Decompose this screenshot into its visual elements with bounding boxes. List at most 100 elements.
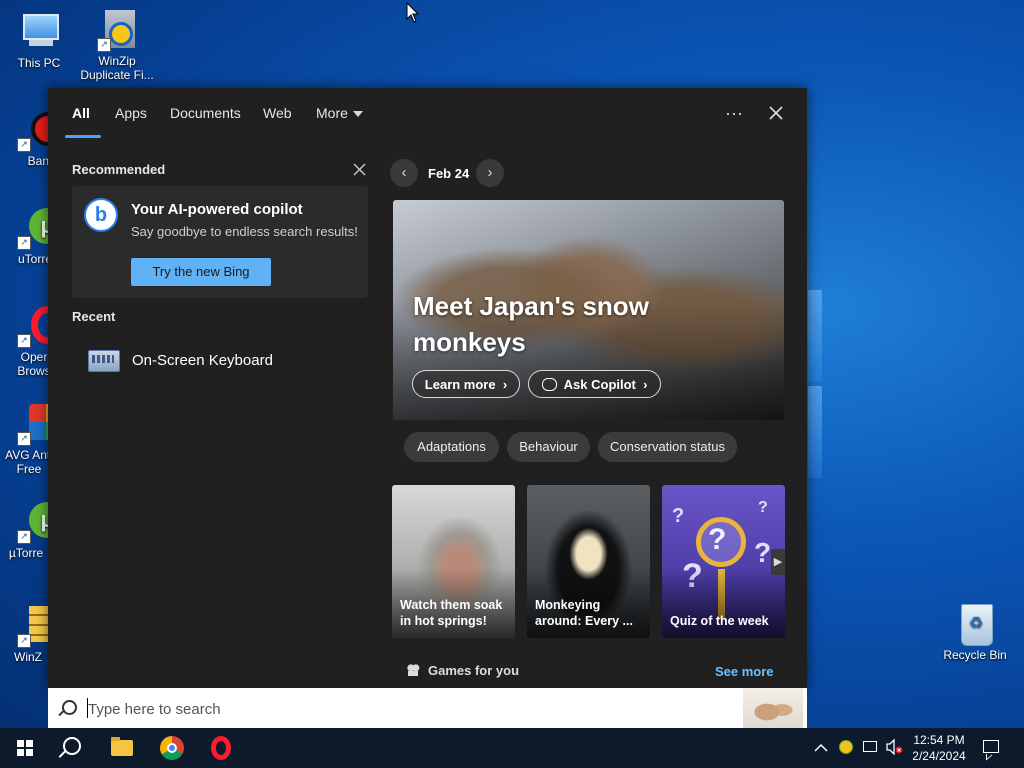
ask-copilot-label: Ask Copilot xyxy=(563,377,636,392)
desktop-icon-label: WinZip Duplicate Fi... xyxy=(80,54,154,82)
desktop-icon-label: Recycle Bin xyxy=(943,648,1007,662)
try-new-bing-button[interactable]: Try the new Bing xyxy=(131,258,271,286)
tab-all[interactable]: All xyxy=(72,105,90,121)
chevron-right-icon: › xyxy=(499,377,508,392)
desktop-icon-label: This PC xyxy=(17,56,61,70)
clock-date: 2/24/2024 xyxy=(912,749,966,763)
search-input[interactable] xyxy=(86,696,690,722)
question-mark-icon: ? xyxy=(672,505,685,527)
chevron-right-icon: › xyxy=(639,377,648,392)
recent-item-on-screen-keyboard[interactable]: On-Screen Keyboard xyxy=(84,346,344,376)
desktop-icon-label: Oper Brows xyxy=(17,350,51,378)
search-bar xyxy=(48,688,807,728)
tile-label: Monkeying around: Every ... xyxy=(535,598,633,628)
recycle-bin-icon: ♻ xyxy=(953,602,997,646)
bing-logo-icon: b xyxy=(84,198,118,232)
taskbar-file-explorer[interactable] xyxy=(98,728,146,768)
highlight-date: Feb 24 xyxy=(428,166,470,181)
learn-more-button[interactable]: Learn more › xyxy=(412,370,520,398)
tab-more-label: More xyxy=(316,105,348,121)
shortcut-arrow-icon: ↗ xyxy=(17,432,31,446)
network-icon[interactable] xyxy=(863,741,877,752)
close-button[interactable] xyxy=(761,100,791,126)
chevron-down-icon xyxy=(352,111,363,118)
chrome-icon xyxy=(160,736,184,760)
question-mark-icon: ? xyxy=(758,499,768,516)
shortcut-arrow-icon: ↗ xyxy=(17,236,31,250)
chip-conservation-status[interactable]: Conservation status xyxy=(598,432,737,462)
keyboard-icon xyxy=(88,350,120,372)
desktop-light-beam xyxy=(808,290,822,382)
hero-card-snow-monkeys[interactable]: Meet Japan's snow monkeys Learn more › A… xyxy=(393,200,784,420)
action-center-icon[interactable] xyxy=(983,740,999,753)
start-icon xyxy=(17,740,33,756)
clock-time: 12:54 PM xyxy=(913,733,965,747)
tile-hot-springs[interactable]: Watch them soak in hot springs! xyxy=(392,485,515,638)
taskbar-chrome[interactable] xyxy=(148,728,196,768)
recommended-title: Recommended xyxy=(72,162,166,177)
games-for-you: Games for you xyxy=(406,663,519,678)
recent-item-label: On-Screen Keyboard xyxy=(132,352,273,369)
copilot-card: b Your AI-powered copilot Say goodbye to… xyxy=(72,186,368,298)
games-for-you-label: Games for you xyxy=(428,663,520,678)
volume-muted-icon[interactable] xyxy=(886,738,903,756)
close-icon xyxy=(769,106,783,120)
tile-label: Watch them soak in hot springs! xyxy=(400,598,503,628)
chevron-left-icon: ‹ xyxy=(401,164,407,181)
desktop-icon-winzip-duplicate[interactable]: ↗ WinZip Duplicate Fi... xyxy=(80,8,154,82)
chevron-up-icon xyxy=(814,743,828,752)
taskbar-search-button[interactable] xyxy=(48,728,96,768)
snow-monkey-thumbnail xyxy=(743,688,803,728)
desktop-light-beam xyxy=(808,386,822,478)
previous-day-button[interactable]: ‹ xyxy=(390,159,418,187)
opera-icon xyxy=(211,736,231,760)
shortcut-arrow-icon: ↗ xyxy=(97,38,111,52)
tab-more[interactable]: More xyxy=(316,105,363,121)
search-icon xyxy=(62,700,77,715)
mouse-cursor-icon xyxy=(406,2,420,23)
start-button[interactable] xyxy=(0,728,48,768)
file-explorer-icon xyxy=(111,737,133,756)
desktop-icon-this-pc[interactable]: This PC xyxy=(2,10,76,70)
tile-quiz-of-the-week[interactable]: ? ? ? ? ? Quiz of the week xyxy=(662,485,785,638)
see-more-link[interactable]: See more xyxy=(715,664,774,679)
desktop-icon-label: µTorre xyxy=(8,546,44,560)
chevron-right-icon: › xyxy=(487,164,493,181)
tile-label: Quiz of the week xyxy=(670,614,769,628)
tab-web[interactable]: Web xyxy=(263,105,292,121)
computer-icon xyxy=(17,10,61,54)
ellipsis-icon[interactable]: ··· xyxy=(719,100,749,126)
desktop-icon-label: AVG Anti Free xyxy=(5,448,53,476)
tab-apps[interactable]: Apps xyxy=(115,105,147,121)
copilot-card-title: Your AI-powered copilot xyxy=(131,201,303,218)
dismiss-recommended-button[interactable] xyxy=(353,163,367,177)
tiles-next-button[interactable]: ▶ xyxy=(771,549,785,575)
search-tabs: All Apps Documents Web More ··· xyxy=(48,88,807,138)
tray-security-icon[interactable] xyxy=(839,740,853,754)
shortcut-arrow-icon: ↗ xyxy=(17,634,31,648)
chip-adaptations[interactable]: Adaptations xyxy=(404,432,499,462)
chat-bubble-icon xyxy=(541,378,557,391)
tab-documents[interactable]: Documents xyxy=(170,105,241,121)
magnifier-icon xyxy=(696,517,746,567)
taskbar-clock[interactable]: 12:54 PM 2/24/2024 xyxy=(906,732,972,764)
games-icon xyxy=(406,663,420,677)
taskbar-opera[interactable] xyxy=(197,728,245,768)
recent-title: Recent xyxy=(72,309,116,324)
close-icon xyxy=(353,163,366,176)
question-mark-icon: ? xyxy=(754,537,772,568)
desktop-icon-recycle-bin[interactable]: ♻ Recycle Bin xyxy=(938,602,1012,662)
chevron-right-icon: ▶ xyxy=(773,556,783,568)
chip-behaviour[interactable]: Behaviour xyxy=(507,432,590,462)
show-hidden-icons-button[interactable] xyxy=(814,740,830,756)
hero-title: Meet Japan's snow monkeys xyxy=(413,291,649,357)
learn-more-label: Learn more xyxy=(424,377,496,392)
shortcut-arrow-icon: ↗ xyxy=(17,334,31,348)
text-caret xyxy=(87,698,88,718)
next-day-button[interactable]: › xyxy=(476,159,504,187)
winzip-duplicate-icon: ↗ xyxy=(95,8,139,52)
ask-copilot-button[interactable]: Ask Copilot › xyxy=(528,370,661,398)
desktop-icon-label: WinZ xyxy=(14,650,42,664)
tile-monkeying-around[interactable]: Monkeying around: Every ... xyxy=(527,485,650,638)
search-icon xyxy=(63,737,81,755)
